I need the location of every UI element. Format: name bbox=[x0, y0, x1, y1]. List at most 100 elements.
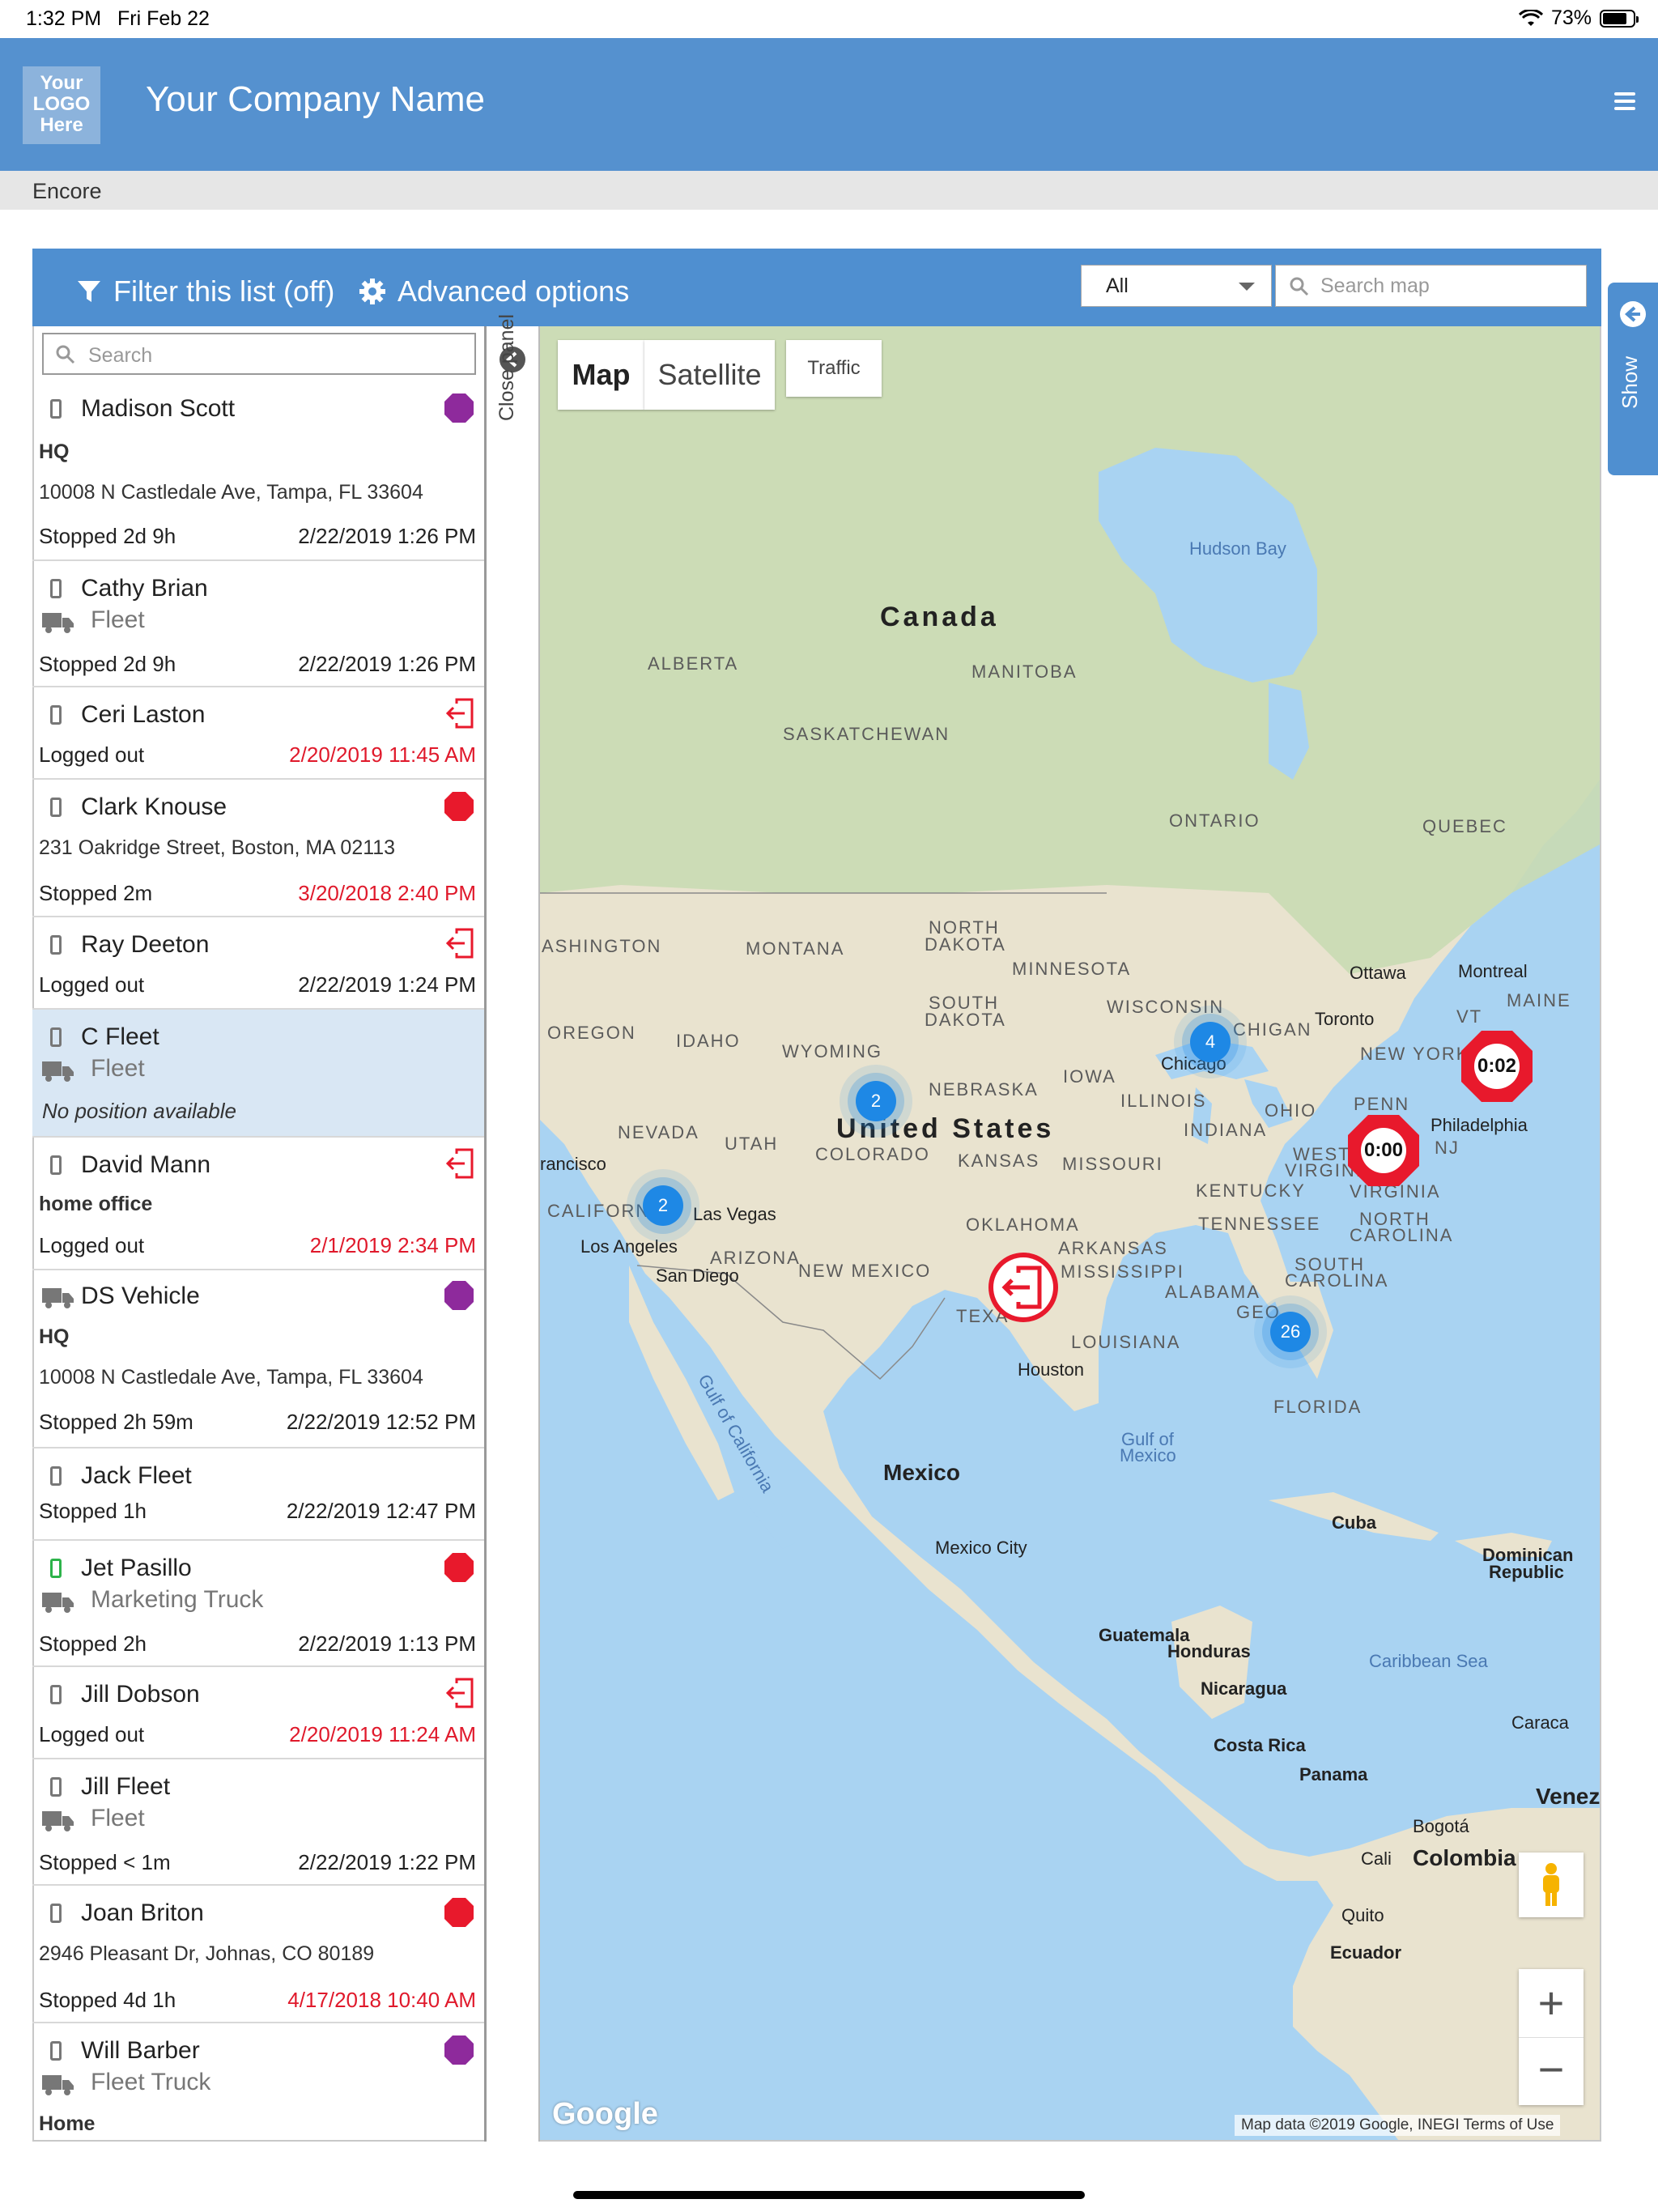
item-time: 2/22/2019 1:26 PM bbox=[298, 524, 476, 548]
phone-icon bbox=[50, 399, 62, 419]
item-time: 2/20/2019 11:45 AM bbox=[289, 742, 476, 767]
label-saskatchewan: SASKATCHEWAN bbox=[783, 724, 950, 744]
status-bar: 1:32 PM Fri Feb 22 73% bbox=[0, 0, 1658, 37]
label-nj: NJ bbox=[1435, 1138, 1460, 1158]
label-costa-rica: Costa Rica bbox=[1214, 1735, 1306, 1755]
map-filter-value: All bbox=[1106, 274, 1129, 297]
list-item[interactable]: Jill Fleet Fleet Stopped < 1m 2/22/2019 … bbox=[32, 1759, 484, 1886]
item-place: HQ bbox=[39, 1325, 70, 1348]
label-republic: Republic bbox=[1489, 1562, 1564, 1582]
list-item[interactable]: Ceri Laston Logged out 2/20/2019 11:45 A… bbox=[32, 687, 484, 780]
label-new-york: NEW YORK bbox=[1360, 1044, 1470, 1064]
traffic-button[interactable]: Traffic bbox=[786, 340, 882, 397]
label-nevada: NEVADA bbox=[618, 1122, 699, 1142]
item-address: 10008 N Castledale Ave, Tampa, FL 33604 bbox=[39, 481, 423, 504]
map-cluster-marker[interactable]: 4 bbox=[1190, 1022, 1231, 1062]
list-item[interactable]: David Mann home office Logged out 2/1/20… bbox=[32, 1138, 484, 1270]
list-item[interactable]: Cathy Brian Fleet Stopped 2d 9h 2/22/201… bbox=[32, 561, 484, 687]
zoom-in-button[interactable]: + bbox=[1519, 1969, 1584, 2038]
phone-icon bbox=[50, 935, 62, 955]
item-time: 2/20/2019 11:24 AM bbox=[289, 1722, 476, 1746]
zoom-out-button[interactable]: − bbox=[1519, 2037, 1584, 2105]
stop-octagon-icon bbox=[444, 1898, 474, 1927]
advanced-options-button[interactable]: Advanced options bbox=[359, 274, 629, 308]
item-status: Stopped 2d 9h bbox=[39, 524, 176, 548]
label-mississippi: MISSISSIPPI bbox=[1061, 1261, 1184, 1282]
map-view[interactable]: Hudson Bay Canada ALBERTA MANITOBA SASKA… bbox=[540, 326, 1600, 2140]
truck-icon bbox=[42, 1593, 74, 1613]
chevron-down-icon bbox=[1239, 283, 1255, 291]
purple-octagon-icon bbox=[444, 393, 474, 423]
item-time: 2/22/2019 12:47 PM bbox=[286, 1499, 476, 1523]
item-address: 10008 N Castledale Ave, Tampa, FL 33604 bbox=[39, 1366, 423, 1389]
map-type-map-button[interactable]: Map bbox=[558, 340, 644, 410]
list-item[interactable]: Jack Fleet Stopped 1h 2/22/2019 12:47 PM bbox=[32, 1448, 484, 1541]
label-minnesota: MINNESOTA bbox=[1012, 959, 1132, 979]
item-time: 2/22/2019 1:13 PM bbox=[298, 1631, 476, 1656]
label-gulf-of-mexico-2: Mexico bbox=[1120, 1445, 1176, 1465]
list-item[interactable]: Joan Briton 2946 Pleasant Dr, Johnas, CO… bbox=[32, 1886, 484, 2023]
search-map-input[interactable]: Search map bbox=[1275, 265, 1587, 307]
stop-octagon-icon bbox=[444, 792, 474, 821]
list-item-selected[interactable]: C Fleet Fleet No position available bbox=[32, 1010, 484, 1138]
label-colombia: Colombia bbox=[1413, 1845, 1516, 1870]
list-item[interactable]: Will Barber Fleet Truck Home bbox=[32, 2023, 484, 2142]
label-nebraska: NEBRASKA bbox=[929, 1079, 1039, 1100]
filter-list-button[interactable]: Filter this list (off) bbox=[76, 274, 334, 308]
label-south-carolina-2: CAROLINA bbox=[1285, 1270, 1389, 1291]
list-item[interactable]: DS Vehicle HQ 10008 N Castledale Ave, Ta… bbox=[32, 1270, 484, 1448]
map-attribution[interactable]: Map data ©2019 Google, INEGI Terms of Us… bbox=[1235, 2115, 1561, 2136]
label-indiana: INDIANA bbox=[1184, 1120, 1268, 1140]
stop-sign-marker[interactable]: 0:02 bbox=[1460, 1029, 1534, 1104]
logout-marker[interactable] bbox=[986, 1250, 1061, 1325]
truck-icon bbox=[42, 1288, 74, 1308]
menu-icon[interactable] bbox=[1614, 92, 1635, 110]
show-panel-label[interactable]: Show bbox=[1618, 356, 1643, 409]
label-michigan: CHIGAN bbox=[1233, 1019, 1312, 1040]
status-time: 1:32 PM bbox=[26, 7, 102, 30]
item-status: Logged out bbox=[39, 742, 145, 767]
city-philadelphia: Philadelphia bbox=[1431, 1115, 1528, 1135]
label-vt: VT bbox=[1456, 1006, 1483, 1027]
city-mexico-city: Mexico City bbox=[935, 1538, 1027, 1558]
label-south-dakota-2: DAKOTA bbox=[925, 1010, 1006, 1030]
map-filter-select[interactable]: All bbox=[1081, 265, 1272, 307]
item-name: Ray Deeton bbox=[81, 931, 210, 958]
list-item[interactable]: Clark Knouse 231 Oakridge Street, Boston… bbox=[32, 780, 484, 917]
home-indicator[interactable] bbox=[573, 2191, 1085, 2199]
item-name: Jack Fleet bbox=[81, 1462, 192, 1489]
list-item[interactable]: Jill Dobson Logged out 2/20/2019 11:24 A… bbox=[32, 1667, 484, 1759]
label-alabama: ALABAMA bbox=[1165, 1282, 1261, 1302]
list-item[interactable]: Madison Scott HQ 10008 N Castledale Ave,… bbox=[32, 381, 484, 561]
item-name: Clark Knouse bbox=[81, 793, 227, 820]
google-logo: Google bbox=[552, 2097, 658, 2131]
label-ontario: ONTARIO bbox=[1169, 810, 1261, 831]
label-venezuela: Venez bbox=[1536, 1784, 1600, 1809]
item-time: 2/22/2019 12:52 PM bbox=[286, 1410, 476, 1434]
street-view-pegman[interactable] bbox=[1519, 1853, 1584, 1917]
label-oklahoma: OKLAHOMA bbox=[966, 1214, 1080, 1235]
close-panel-strip[interactable] bbox=[487, 326, 540, 2142]
vehicle-list: Search Madison Scott HQ 10008 N Castleda… bbox=[32, 326, 487, 2142]
map-type-satellite-button[interactable]: Satellite bbox=[644, 340, 775, 410]
phone-icon bbox=[50, 1027, 62, 1047]
close-panel-label[interactable]: Close panel bbox=[495, 314, 519, 421]
city-los-angeles: Los Angeles bbox=[580, 1236, 678, 1257]
search-icon bbox=[56, 345, 75, 364]
label-louisiana: LOUISIANA bbox=[1071, 1332, 1181, 1352]
map-cluster-marker[interactable]: 2 bbox=[643, 1185, 683, 1226]
list-item[interactable]: Jet Pasillo Marketing Truck Stopped 2h 2… bbox=[32, 1541, 484, 1667]
stop-sign-marker[interactable]: 0:00 bbox=[1346, 1113, 1421, 1188]
filter-label: Filter this list (off) bbox=[113, 274, 335, 308]
city-toronto: Toronto bbox=[1315, 1009, 1375, 1029]
list-item[interactable]: Ray Deeton Logged out 2/22/2019 1:24 PM bbox=[32, 917, 484, 1010]
map-cluster-marker[interactable]: 26 bbox=[1270, 1312, 1311, 1352]
label-maine: MAINE bbox=[1507, 990, 1571, 1010]
item-name: David Mann bbox=[81, 1151, 211, 1178]
sub-header: Encore bbox=[0, 171, 1658, 210]
map-cluster-marker[interactable]: 2 bbox=[856, 1081, 896, 1121]
list-search-input[interactable]: Search bbox=[42, 333, 476, 375]
label-penn: PENN bbox=[1354, 1094, 1410, 1114]
label-cuba: Cuba bbox=[1332, 1512, 1376, 1533]
search-map-placeholder: Search map bbox=[1320, 274, 1430, 297]
